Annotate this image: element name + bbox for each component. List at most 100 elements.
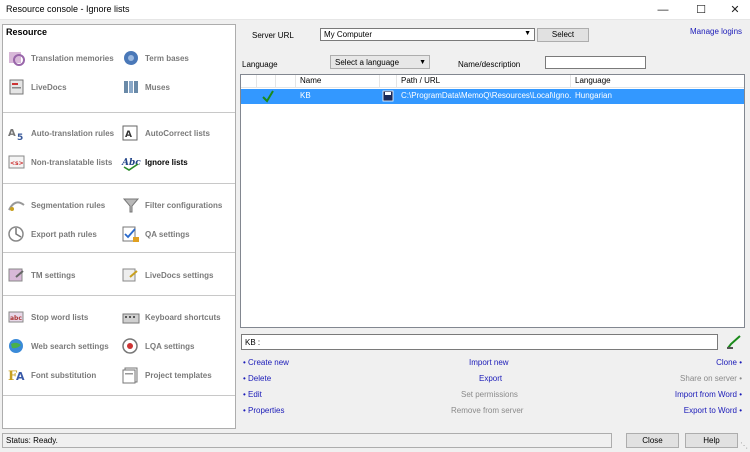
resource-item-auto-translation-rules[interactable]: A5 Auto-translation rules	[7, 122, 114, 144]
resource-item-project-templates[interactable]: Project templates	[121, 364, 212, 386]
resource-item-stop-word-lists[interactable]: abc Stop word lists	[7, 306, 88, 328]
export-to-word-label: Export to Word	[683, 406, 737, 415]
grid-header-name[interactable]: Name	[296, 75, 380, 88]
resource-item-lqa-settings[interactable]: LQA settings	[121, 335, 194, 357]
autocorrect-lists-icon: A	[121, 124, 141, 142]
import-from-word-link[interactable]: Import from Word •	[675, 390, 742, 399]
create-new-label: Create new	[248, 358, 289, 367]
resource-item-label: Term bases	[145, 53, 189, 63]
svg-text:5: 5	[17, 133, 23, 142]
minimize-button[interactable]: —	[648, 0, 678, 20]
resource-item-autocorrect-lists[interactable]: A AutoCorrect lists	[121, 122, 210, 144]
properties-link[interactable]: • Properties	[243, 406, 285, 415]
resource-item-label: Muses	[145, 82, 170, 92]
export-to-word-link[interactable]: Export to Word •	[684, 406, 742, 415]
grid-header-blank-2	[257, 75, 276, 88]
resource-item-label: QA settings	[145, 229, 190, 239]
delete-link[interactable]: • Delete	[243, 374, 271, 383]
manage-logins-link[interactable]: Manage logins	[690, 27, 742, 36]
resource-item-label: Auto-translation rules	[31, 128, 115, 138]
svg-text:A: A	[16, 370, 25, 383]
resource-item-livedocs[interactable]: LiveDocs	[7, 76, 67, 98]
resource-item-label: Non-translatable lists	[31, 157, 113, 167]
select-server-button[interactable]: Select	[537, 28, 589, 42]
resource-console: Resource Translation memories Term bases…	[0, 21, 750, 452]
checked-icon	[261, 89, 277, 104]
grid-header-blank-1	[241, 75, 257, 88]
chevron-down-icon: ▼	[524, 30, 531, 37]
resource-item-segmentation-rules[interactable]: Segmentation rules	[7, 194, 105, 216]
server-url-label: Server URL	[252, 31, 294, 40]
muses-icon	[121, 78, 141, 96]
translation-memories-icon	[7, 49, 27, 67]
remove-from-server-link: Remove from server	[451, 406, 524, 415]
svg-text:A: A	[8, 128, 16, 139]
import-new-link[interactable]: Import new	[469, 358, 509, 367]
language-combo-value: Select a language	[335, 58, 400, 67]
resource-item-label: LiveDocs	[31, 82, 67, 92]
maximize-button[interactable]: ☐	[686, 0, 716, 20]
resource-item-export-path-rules[interactable]: Export path rules	[7, 223, 97, 245]
resource-item-label: TM settings	[31, 270, 76, 280]
resource-group-4: TM settings LiveDocs settings	[3, 252, 235, 295]
font-substitution-icon: FA	[7, 366, 27, 384]
svg-text:<s>: <s>	[10, 160, 24, 167]
export-path-rules-icon	[7, 225, 27, 243]
grid-header-path[interactable]: Path / URL	[397, 75, 571, 88]
resource-item-label: Ignore lists	[145, 157, 188, 167]
close-window-button[interactable]: ✕	[720, 0, 750, 20]
resource-item-label: Export path rules	[31, 229, 97, 239]
help-button[interactable]: Help	[685, 433, 738, 448]
filter-configurations-icon	[121, 196, 141, 214]
resource-group-5: abc Stop word lists Keyboard shortcuts W…	[3, 295, 235, 395]
resource-item-font-substitution[interactable]: FA Font substitution	[7, 364, 96, 386]
export-link[interactable]: Export	[479, 374, 502, 383]
resize-grip-icon[interactable]: ⋱	[740, 441, 748, 450]
share-on-server-label: Share on server	[680, 374, 737, 383]
properties-label: Properties	[248, 406, 285, 415]
name-description-input[interactable]	[545, 56, 646, 69]
close-button[interactable]: Close	[626, 433, 679, 448]
set-permissions-link: Set permissions	[461, 390, 518, 399]
save-description-icon[interactable]	[726, 334, 742, 350]
server-url-value: My Computer	[324, 30, 373, 39]
language-combo[interactable]: Select a language ▼	[330, 55, 430, 69]
resource-item-tm-settings[interactable]: TM settings	[7, 264, 75, 286]
resource-item-label: Project templates	[145, 370, 212, 380]
resource-item-non-translatable-lists[interactable]: <s> Non-translatable lists	[7, 151, 112, 173]
resource-item-translation-memories[interactable]: Translation memories	[7, 47, 114, 69]
resource-item-qa-settings[interactable]: QA settings	[121, 223, 190, 245]
clone-link[interactable]: Clone •	[716, 358, 742, 367]
delete-label: Delete	[248, 374, 272, 383]
row-name: KB	[300, 91, 311, 100]
svg-text:A: A	[125, 130, 132, 140]
import-from-word-label: Import from Word	[674, 390, 737, 399]
server-url-combo[interactable]: My Computer ▼	[320, 28, 535, 41]
local-storage-icon	[382, 89, 396, 104]
resource-item-livedocs-settings[interactable]: LiveDocs settings	[121, 264, 213, 286]
resource-item-label: Segmentation rules	[31, 200, 106, 210]
grid-header-blank-3	[276, 75, 296, 88]
resource-item-web-search-settings[interactable]: Web search settings	[7, 335, 109, 357]
grid-header-language[interactable]: Language	[571, 75, 743, 88]
non-translatable-lists-icon: <s>	[7, 153, 27, 171]
name-description-label: Name/description	[458, 60, 521, 69]
lqa-settings-icon	[121, 337, 141, 355]
resource-item-term-bases[interactable]: Term bases	[121, 47, 189, 69]
table-row[interactable]: KB C:\ProgramData\MemoQ\Resources\Local\…	[241, 89, 744, 104]
resource-item-ignore-lists[interactable]: Abc Ignore lists	[121, 151, 188, 173]
resource-group-3: Segmentation rules Filter configurations…	[3, 183, 235, 252]
resource-item-muses[interactable]: Muses	[121, 76, 170, 98]
edit-label: Edit	[248, 390, 262, 399]
resource-item-keyboard-shortcuts[interactable]: Keyboard shortcuts	[121, 306, 221, 328]
resource-item-filter-configurations[interactable]: Filter configurations	[121, 194, 222, 216]
description-field[interactable]: KB :	[241, 334, 718, 350]
clone-label: Clone	[716, 358, 737, 367]
resource-list: Name Path / URL Language KB C:\ProgramDa…	[240, 74, 745, 328]
edit-link[interactable]: • Edit	[243, 390, 262, 399]
svg-text:abc: abc	[10, 315, 22, 322]
row-path: C:\ProgramData\MemoQ\Resources\Local\Ign…	[401, 91, 571, 100]
segmentation-rules-icon	[7, 196, 27, 214]
resource-group-2: A5 Auto-translation rules A AutoCorrect …	[3, 112, 235, 183]
create-new-link[interactable]: • Create new	[243, 358, 289, 367]
